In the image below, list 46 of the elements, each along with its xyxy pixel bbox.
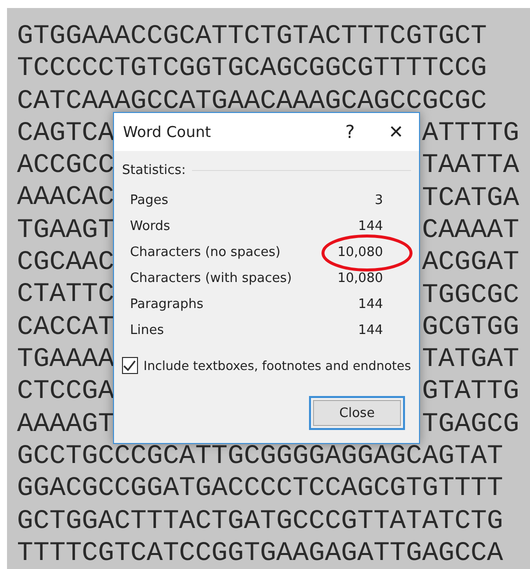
checkbox[interactable] [122,357,138,374]
sequence-line: TTTTCGTCATCCGGTGAAGAGATTGAGCCA [17,542,504,566]
sequence-line: ACGGAT [422,251,520,276]
sequence-line: AAACAC [17,186,114,210]
sequence-line: TGAGCG [422,412,520,437]
sequence-line: GTATTG [422,380,520,404]
sequence-line: TATGAT [422,348,520,372]
stat-label: Words [130,218,170,234]
sequence-line: CACCAT [17,316,114,340]
stat-value: 144 [358,296,383,312]
stat-value: 3 [374,192,383,208]
sequence-line: CAAAAT [422,218,520,243]
sequence-line: TCCCCCTGTCGGTGCAGCGGCGTTTTCCG [17,57,487,82]
stat-value: 144 [358,218,383,234]
sequence-line: ACCGCC [17,154,114,178]
sequence-line: ATTTTG [422,122,520,146]
checkbox-label: Include textboxes, footnotes and endnotes [144,358,411,373]
stat-label: Pages [130,192,168,208]
stat-label: Paragraphs [130,296,204,312]
sequence-line: TGGCGC [422,284,520,308]
sequence-line: GCTGGACTTTACTGATGCCCGTTATATCTG [17,510,504,534]
help-button[interactable]: ? [327,113,373,151]
sequence-line: CGCAAC [17,251,114,276]
section-label: Statistics: [122,163,186,178]
stat-label: Lines [130,322,164,338]
stat-label: Characters (no spaces) [130,244,280,260]
stat-label: Characters (with spaces) [130,270,292,286]
sequence-line: CAGTCA [17,122,114,146]
sequence-line: TCATGA [422,186,520,211]
sequence-line: AAAAGT [17,412,114,437]
sequence-line: TAATTA [422,154,520,178]
stat-value: 144 [358,322,383,338]
sequence-line: GTGGAAACCGCATTCTGTACTTTCGTGCT [17,25,487,50]
sequence-line: CATCAAAGCCATGAACAAAGCAGCCGCGC [17,90,487,114]
sequence-line: GGACGCCGGATGACCCCTCCAGCGTGTTTT [17,477,504,502]
dialog-title: Word Count [123,123,212,141]
sequence-line: CTCCGA [17,380,114,404]
sequence-line: CTATTC [17,283,114,308]
close-button[interactable]: ✕ [373,113,419,151]
close-dialog-button[interactable]: Close [309,396,405,430]
sequence-line: TGAAGT [17,218,114,243]
stat-value: 10,080 [338,270,383,286]
sequence-line: GCCTGCCCGCATTGCGGGGAGGAGCAGTAT [17,445,504,469]
stat-value: 10,080 [338,244,383,260]
sequence-line: GCGTGG [422,316,520,340]
sequence-line: TGAAAA [17,348,114,372]
